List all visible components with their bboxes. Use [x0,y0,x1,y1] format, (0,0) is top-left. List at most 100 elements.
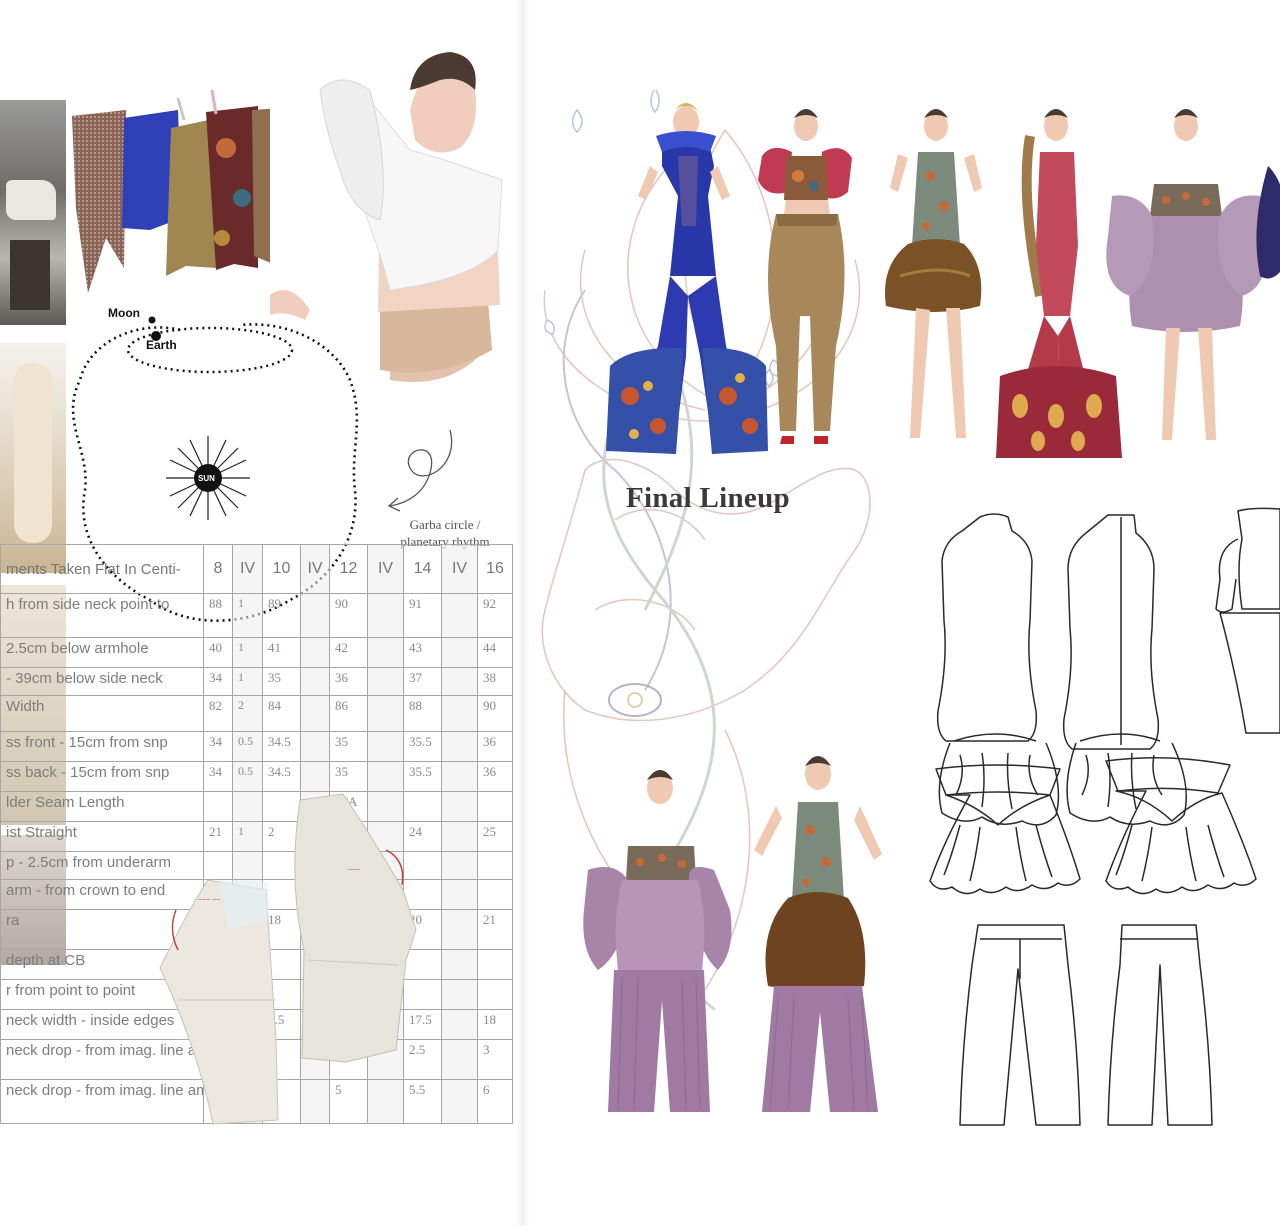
measurement-value: 41 [262,637,301,668]
paper-pattern-pieces: ~~~ ~~ ~~~ [159,793,417,1125]
lineup-models-bottom [583,756,882,1112]
svg-text:~~~: ~~~ [348,867,360,874]
table-header-size: 12 [329,544,368,594]
look-5-lilac-puff-dress [1106,109,1266,440]
measurement-value [300,761,330,792]
measurement-value: 38 [477,667,513,696]
sun-label: SUN [198,474,215,483]
measurement-value: 84 [262,695,301,732]
measurement-value: 35.5 [403,761,442,792]
measurement-value: 35 [329,731,368,762]
look-3-halter-dress [884,109,982,438]
measurement-value [441,1009,478,1040]
measurement-value [441,1079,478,1124]
measurement-value [367,667,404,696]
table-row: - 39cm below side neck 34 1 35 36 37 38 [0,667,513,696]
measurement-value [477,879,513,910]
final-lineup-models [606,103,1280,458]
measurement-value: 90 [329,593,368,638]
measurement-value: 34 [203,761,233,792]
measurement-value [367,593,404,638]
moon-label: Moon [108,306,140,320]
table-header-size: IV [232,544,263,594]
measurement-value [300,667,330,696]
measurement-value: 0.5 [232,761,263,792]
measurement-value: 89 [262,593,301,638]
measurement-value: 40 [203,637,233,668]
measurement-value: 88 [403,695,442,732]
measurement-value: 37 [403,667,442,696]
svg-text:~~~ ~~: ~~~ ~~ [198,897,220,904]
measurement-value: 2 [232,695,263,732]
measurement-value: 34 [203,731,233,762]
measurement-value: 35 [262,667,301,696]
curly-arrow-icon [387,429,453,512]
look-4-red-flared-jumpsuit [996,109,1122,458]
measurement-label: Width [0,695,204,732]
final-lineup-title: Final Lineup [626,482,790,514]
table-header-size: 8 [203,544,233,594]
table-row: ss front - 15cm from snp 34 0.5 34.5 35 35.5 3… [0,731,513,762]
measurement-value [367,761,404,792]
measurement-value [441,909,478,950]
measurement-value [477,851,513,880]
measurement-value [441,851,478,880]
flat-wide-trousers-front [959,924,1081,1126]
table-header-size: IV [441,544,478,594]
measurement-value [441,667,478,696]
table-header-size: 16 [477,544,513,594]
measurement-value: 44 [477,637,513,668]
flat-halter-dress-back [1062,514,1187,826]
measurement-value: 1 [232,667,263,696]
earth-label: Earth [146,338,177,352]
measurement-value: 18 [477,1009,513,1040]
measurement-value [441,593,478,638]
measurement-value [441,731,478,762]
measurement-value: 36 [477,761,513,792]
table-header-size: 14 [403,544,442,594]
measurement-value [441,695,478,732]
measurement-value: 92 [477,593,513,638]
measurement-value: 88 [203,593,233,638]
measurement-value: 1 [232,637,263,668]
measurement-value [367,695,404,732]
flat-halter-dress-front [936,513,1060,826]
measurement-value: 21 [477,909,513,950]
measurement-value: 1 [232,593,263,638]
table-header-measurement: ments Taken Flat In Centi- [0,544,204,594]
flat-peplum-skirt-back [1105,757,1257,895]
table-row: 2.5cm below armhole 40 1 41 42 43 44 [0,637,513,668]
look-halter-wide-leg [754,756,882,1112]
table-header-size: IV [300,544,330,594]
measurement-value [300,695,330,732]
measurement-value [367,637,404,668]
measurement-value: 86 [329,695,368,732]
measurement-value: 34.5 [262,761,301,792]
measurement-value [300,637,330,668]
measurement-value [441,949,478,980]
measurement-value: 25 [477,821,513,852]
measurement-value: 34.5 [262,731,301,762]
measurement-value [441,637,478,668]
measurement-value [441,879,478,910]
measurement-value: 3 [477,1039,513,1080]
look-6-partial [1256,166,1280,279]
flat-wide-trousers-back [1107,924,1213,1126]
measurement-value [441,791,478,822]
measurement-value: 34 [203,667,233,696]
measurement-value: 36 [477,731,513,762]
inspiration-photo-wall [0,100,66,325]
measurement-value: 91 [403,593,442,638]
table-row: Width 82 2 84 86 88 90 [0,695,513,732]
measurement-value: 82 [203,695,233,732]
table-header-row: ments Taken Flat In Centi- 8 IV 10 IV 12 IV 14 I… [0,544,513,594]
technical-flats [929,507,1280,1126]
measurement-value: 42 [329,637,368,668]
measurement-value [367,731,404,762]
look-2-gold-trousers [758,109,852,444]
measurement-value [441,1039,478,1080]
moon-icon [148,316,156,324]
measurement-label: ss front - 15cm from snp [0,731,204,762]
measurement-value: 35 [329,761,368,792]
measurement-value: 90 [477,695,513,732]
